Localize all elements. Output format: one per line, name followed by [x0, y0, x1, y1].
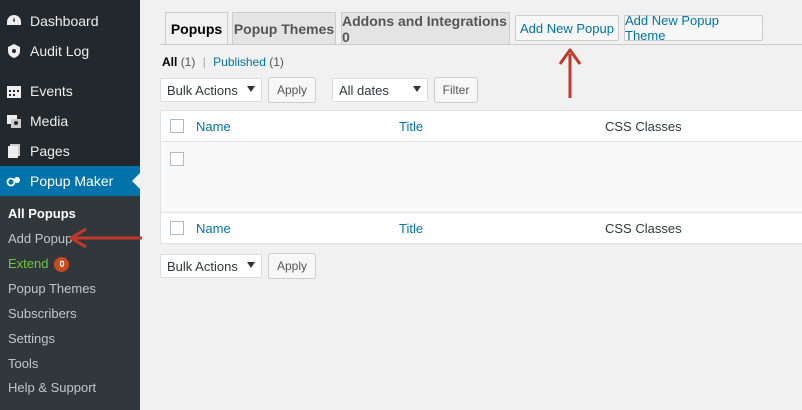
menu-events[interactable]: Events — [0, 76, 140, 106]
media-icon — [6, 113, 22, 129]
dates-value: All dates — [339, 82, 389, 98]
filter-separator: | — [202, 55, 206, 69]
bulk-actions-select-bottom[interactable]: Bulk Actions — [160, 254, 262, 278]
submenu-help-support[interactable]: Help & Support — [8, 378, 96, 398]
table-row — [160, 142, 802, 212]
shield-icon — [6, 43, 22, 59]
filter-all[interactable]: All (1) — [162, 55, 195, 69]
submenu-settings[interactable]: Settings — [8, 329, 55, 349]
chevron-down-icon — [247, 86, 255, 92]
chevron-down-icon — [247, 262, 255, 268]
status-filters: All (1) | Published (1) — [162, 55, 284, 69]
admin-sidebar: Dashboard Audit Log Events Media Pages P… — [0, 0, 140, 410]
column-css-classes: CSS Classes — [605, 119, 682, 134]
select-all-checkbox-footer[interactable] — [170, 221, 184, 235]
submenu-add-popup[interactable]: Add Popup — [8, 229, 72, 249]
submenu-tools[interactable]: Tools — [8, 354, 38, 374]
bulk-actions-select-top[interactable]: Bulk Actions — [160, 78, 262, 102]
column-name[interactable]: Name — [196, 119, 231, 134]
calendar-icon — [6, 83, 22, 99]
menu-media[interactable]: Media — [0, 106, 140, 136]
column-title[interactable]: Title — [399, 119, 423, 134]
bulk-actions-value: Bulk Actions — [167, 258, 238, 274]
column-css-classes-footer: CSS Classes — [605, 221, 682, 236]
tab-popup-themes[interactable]: Popup Themes — [232, 12, 336, 44]
menu-label: Popup Maker — [30, 173, 114, 189]
add-new-popup-button[interactable]: Add New Popup — [515, 15, 619, 41]
tabs-divider — [160, 44, 802, 45]
menu-label: Events — [30, 83, 73, 99]
annotation-arrow-left-icon — [69, 227, 142, 249]
popup-maker-icon — [6, 173, 22, 189]
submenu-subscribers[interactable]: Subscribers — [8, 304, 77, 324]
table-header — [160, 110, 802, 142]
dates-select[interactable]: All dates — [332, 78, 428, 102]
row-checkbox[interactable] — [170, 152, 184, 166]
dashboard-icon — [6, 13, 22, 29]
apply-button-bottom[interactable]: Apply — [268, 253, 316, 279]
pages-icon — [6, 143, 22, 159]
menu-pages[interactable]: Pages — [0, 136, 140, 166]
menu-audit-log[interactable]: Audit Log — [0, 36, 140, 66]
chevron-down-icon — [413, 86, 421, 92]
annotation-arrow-up-icon — [558, 48, 582, 98]
select-all-checkbox[interactable] — [170, 119, 184, 133]
submenu-extend[interactable]: Extend 0 — [8, 254, 70, 274]
menu-label: Media — [30, 113, 69, 129]
filter-button[interactable]: Filter — [434, 77, 478, 103]
submenu-all-popups[interactable]: All Popups — [8, 204, 76, 224]
menu-label: Dashboard — [30, 13, 99, 29]
tab-popups[interactable]: Popups — [165, 12, 228, 44]
apply-button-top[interactable]: Apply — [268, 77, 316, 103]
submenu-popup-themes[interactable]: Popup Themes — [8, 279, 96, 299]
update-count-badge: 0 — [54, 256, 70, 272]
column-title-footer[interactable]: Title — [399, 221, 423, 236]
bulk-actions-value: Bulk Actions — [167, 82, 238, 98]
add-new-popup-theme-button[interactable]: Add New Popup Theme — [624, 13, 763, 43]
menu-label: Pages — [30, 143, 70, 159]
tab-addons-integrations[interactable]: Addons and Integrations 0 — [341, 12, 510, 45]
filter-published[interactable]: Published (1) — [213, 55, 284, 69]
column-name-footer[interactable]: Name — [196, 221, 231, 236]
submenu-extend-label: Extend — [8, 256, 49, 271]
menu-label: Audit Log — [30, 43, 90, 59]
menu-popup-maker[interactable]: Popup Maker — [0, 166, 140, 196]
table-footer — [160, 212, 802, 244]
menu-dashboard[interactable]: Dashboard — [0, 6, 140, 36]
